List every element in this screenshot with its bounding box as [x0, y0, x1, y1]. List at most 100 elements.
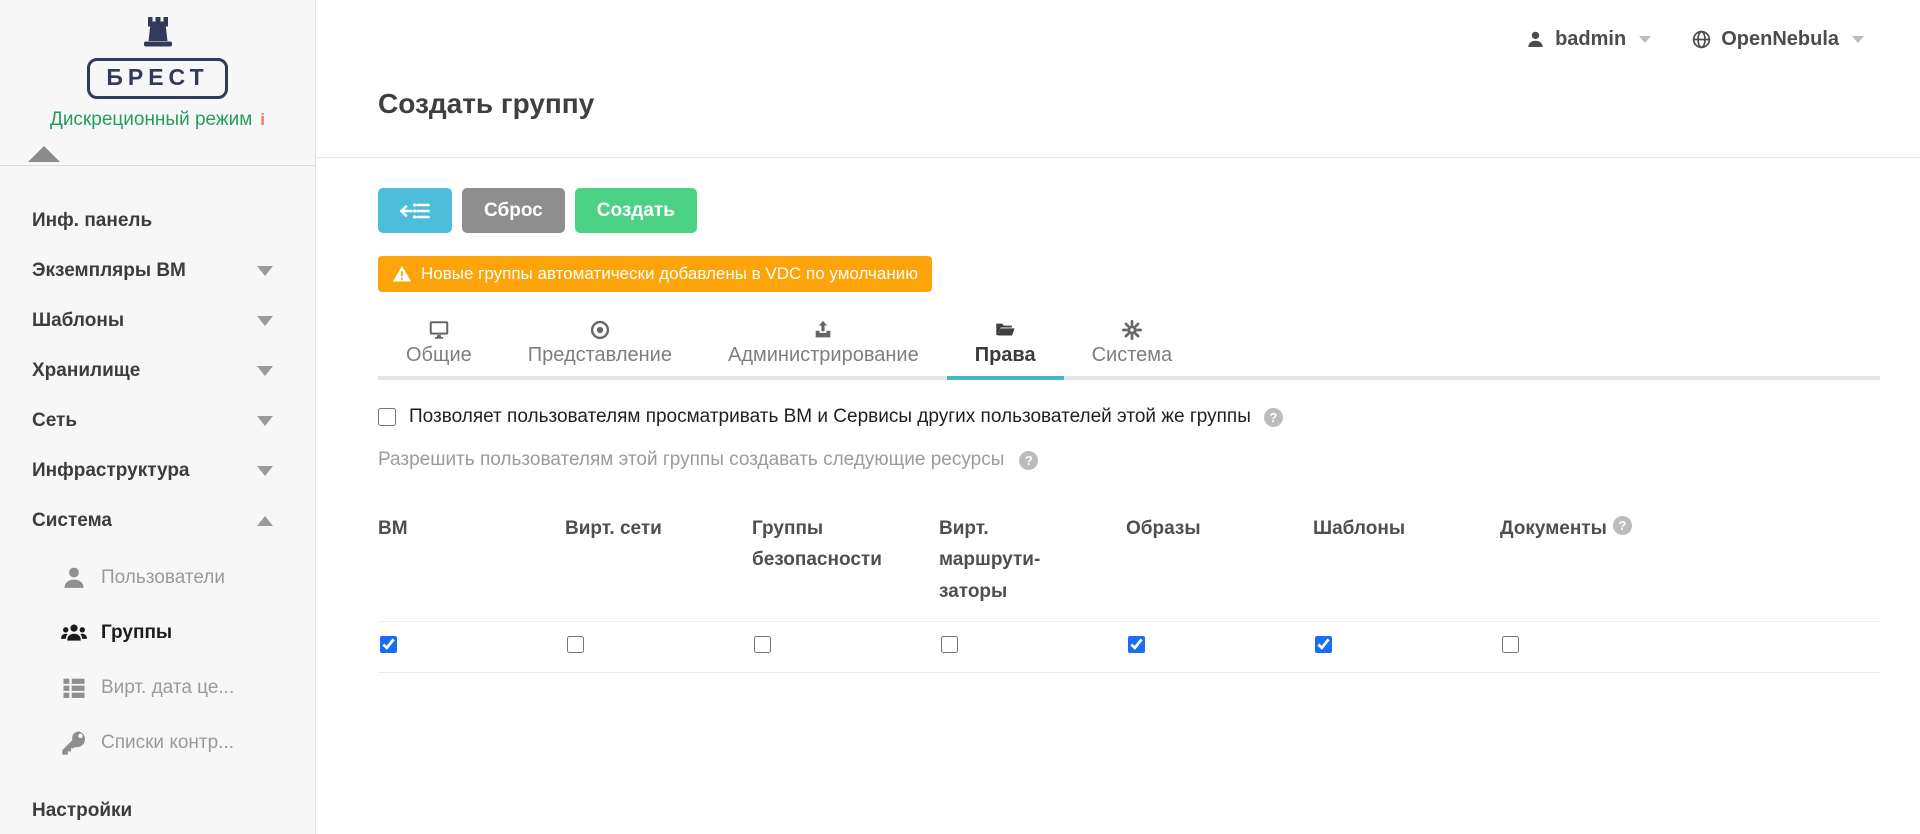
checkbox-vnets[interactable]	[567, 636, 584, 653]
cell-templates	[1313, 636, 1500, 658]
view-permission-row: Позволяет пользователям просматривать ВМ…	[378, 406, 1880, 428]
chevron-down-icon	[257, 466, 273, 476]
table-header-row: ВМ Вирт. сети Группы безопасности Вирт. …	[378, 513, 1880, 607]
sidebar-item-label: Система	[32, 510, 112, 531]
cell-documents	[1500, 636, 1687, 658]
sidebar-item-vm-instances[interactable]: Экземпляры ВМ	[0, 246, 315, 296]
users-group-icon	[60, 619, 88, 647]
brand-logo[interactable]: БРЕСТ	[0, 0, 315, 99]
checkbox-vrouters[interactable]	[941, 636, 958, 653]
zone-name: OpenNebula	[1721, 28, 1839, 51]
sidebar-item-label: Настройки	[32, 800, 132, 821]
sidebar-item-network[interactable]: Сеть	[0, 396, 315, 446]
zone-menu[interactable]: OpenNebula	[1691, 28, 1864, 51]
upload-icon	[812, 317, 834, 341]
tab-general[interactable]: Общие	[378, 317, 500, 380]
th-documents: Документы ?	[1500, 513, 1687, 607]
back-list-icon	[398, 200, 432, 222]
cell-vnets	[565, 636, 752, 658]
account-area: badmin OpenNebula	[1525, 28, 1864, 51]
sidebar-item-templates[interactable]: Шаблоны	[0, 296, 315, 346]
chevron-down-icon	[257, 316, 273, 326]
tab-label: Администрирование	[728, 344, 919, 367]
resources-hint-label: Разрешить пользователям этой группы созд…	[378, 449, 1004, 471]
cell-images	[1126, 636, 1313, 658]
view-permission-checkbox[interactable]	[378, 408, 396, 426]
key-icon	[60, 729, 88, 757]
back-to-list-button[interactable]	[378, 188, 452, 233]
th-vrouters: Вирт. маршрути­заторы	[939, 513, 1126, 607]
sidebar-item-acl[interactable]: Списки контр...	[0, 715, 315, 770]
checkbox-images[interactable]	[1128, 636, 1145, 653]
tab-admin[interactable]: Администрирование	[700, 317, 947, 380]
sidebar-item-settings[interactable]: Настройки	[0, 786, 315, 834]
sidebar-item-label: Списки контр...	[101, 732, 234, 754]
reset-button[interactable]: Сброс	[462, 188, 565, 233]
tab-permissions[interactable]: Права	[947, 317, 1064, 380]
brand-name: БРЕСТ	[87, 58, 227, 99]
user-menu[interactable]: badmin	[1525, 28, 1651, 51]
chevron-up-icon	[257, 516, 273, 526]
sidebar-item-label: Экземпляры ВМ	[32, 260, 186, 281]
topbar: Создать группу badmin OpenNebula	[316, 0, 1920, 158]
user-icon	[1525, 29, 1546, 50]
info-icon[interactable]: i	[260, 110, 265, 129]
sidebar-item-label: Инф. панель	[32, 210, 152, 231]
sidebar-item-infrastructure[interactable]: Инфраструктура	[0, 446, 315, 496]
cell-secgroups	[752, 636, 939, 658]
system-submenu: Пользователи Группы	[0, 546, 315, 772]
globe-icon	[1691, 29, 1712, 50]
warning-banner: Новые группы автоматически добавлены в V…	[378, 256, 932, 292]
chevron-down-icon	[257, 266, 273, 276]
sidebar-item-users[interactable]: Пользователи	[0, 550, 315, 605]
tab-label: Представление	[528, 344, 672, 367]
sidebar-item-vdc[interactable]: Вирт. дата це...	[0, 660, 315, 715]
tab-views[interactable]: Представление	[500, 317, 700, 380]
sidebar-collapse-arrow-icon[interactable]	[28, 146, 60, 162]
page-title: Создать группу	[378, 88, 594, 120]
sidebar-item-label: Шаблоны	[32, 310, 124, 331]
resources-table: ВМ Вирт. сети Группы безопасности Вирт. …	[378, 513, 1880, 673]
tab-label: Общие	[406, 344, 472, 367]
sidebar-item-dashboard[interactable]: Инф. панель	[0, 196, 315, 246]
main-content: Сброс Создать Новые группы автоматически…	[316, 158, 1920, 834]
create-button[interactable]: Создать	[575, 188, 697, 233]
gear-icon	[1121, 317, 1143, 341]
tab-label: Права	[975, 344, 1036, 367]
help-icon[interactable]: ?	[1613, 516, 1632, 535]
resources-hint-row: Разрешить пользователям этой группы созд…	[378, 449, 1880, 471]
folder-open-icon	[994, 317, 1016, 341]
sidebar-item-label: Вирт. дата це...	[101, 677, 234, 699]
username: badmin	[1555, 28, 1626, 51]
help-icon[interactable]: ?	[1019, 451, 1038, 470]
app-root: БРЕСТ Дискреционный режим i Инф. панель Э…	[0, 0, 1920, 834]
chevron-down-icon	[1852, 36, 1864, 43]
checkbox-templates[interactable]	[1315, 636, 1332, 653]
chevron-down-icon	[257, 366, 273, 376]
mode-label: Дискреционный режим	[50, 109, 252, 130]
checkbox-vm[interactable]	[380, 636, 397, 653]
checkbox-documents[interactable]	[1502, 636, 1519, 653]
sidebar-item-system[interactable]: Система	[0, 496, 315, 546]
checkbox-secgroups[interactable]	[754, 636, 771, 653]
chevron-down-icon	[257, 416, 273, 426]
sidebar: БРЕСТ Дискреционный режим i Инф. панель Э…	[0, 0, 316, 834]
monitor-icon	[428, 317, 450, 341]
warning-icon	[392, 264, 412, 284]
th-vnets: Вирт. сети	[565, 513, 752, 607]
mode-row: Дискреционный режим i	[0, 109, 315, 131]
castle-icon	[127, 14, 189, 56]
th-vm: ВМ	[378, 513, 565, 607]
sidebar-item-groups[interactable]: Группы	[0, 605, 315, 660]
eye-icon	[589, 317, 611, 341]
th-documents-label: Документы	[1500, 513, 1607, 544]
table-row	[378, 621, 1880, 673]
th-secgroups: Группы безопасности	[752, 513, 939, 607]
sidebar-item-storage[interactable]: Хранилище	[0, 346, 315, 396]
chevron-down-icon	[1639, 36, 1651, 43]
tab-system[interactable]: Система	[1064, 317, 1201, 380]
sidebar-item-label: Пользователи	[101, 567, 225, 589]
cell-vm	[378, 636, 565, 658]
help-icon[interactable]: ?	[1264, 408, 1283, 427]
warning-text: Новые группы автоматически добавлены в V…	[421, 264, 918, 284]
